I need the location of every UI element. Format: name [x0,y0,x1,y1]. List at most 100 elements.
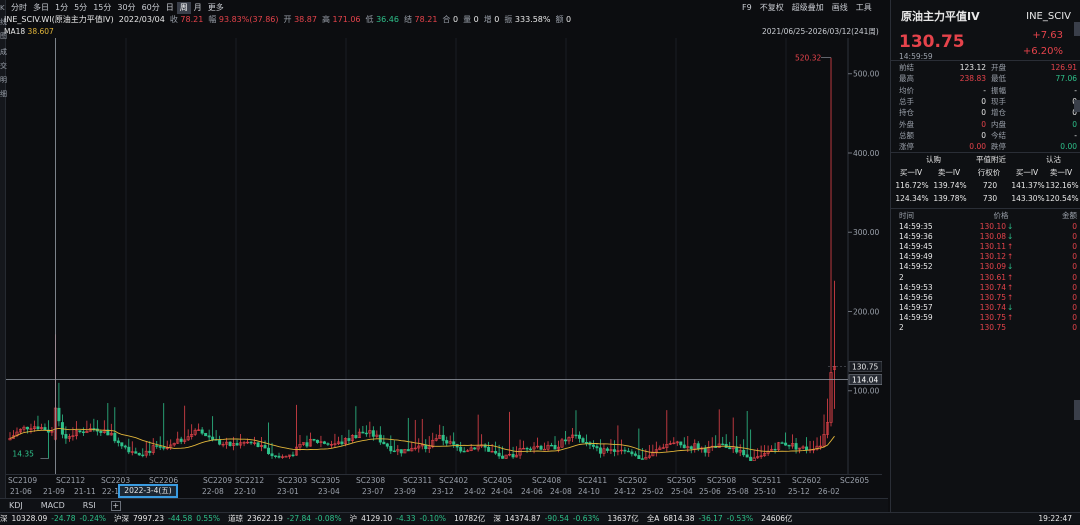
candle-body [382,441,386,445]
tab-indicator-rsi[interactable]: RSI [74,501,105,510]
amount-label: 额 [555,15,564,24]
tab-period-4[interactable]: 15分 [90,2,114,14]
candle-body [679,441,683,446]
iv-cell[interactable]: 120.54% [1043,194,1080,203]
candle-body [270,453,274,457]
candle-body [445,440,449,444]
side-strip-char: 交 [0,62,7,70]
x-tick-contract: SC2209 [203,476,233,485]
candlestick-chart[interactable]: 500.00 400.00 300.00 200.00 100.00 114.04 130.… [6,38,882,474]
trade-price: 130.61 [979,272,1006,282]
side-strip-char: 明 [0,76,7,84]
toolbar-item-1[interactable]: 不复权 [756,2,788,14]
candle-body [473,447,477,450]
x-tick-contract: SC2408 [532,476,562,485]
iv-cell[interactable]: 730 [971,194,1009,203]
index-value: 10328.09 [11,514,48,523]
index-quote[interactable]: 深 10328.09 -24.78 -0.24% [0,514,110,523]
candle-body [577,434,581,439]
x-tick-contract: SC2605 [840,476,870,485]
tab-period-1[interactable]: 多日 [30,2,52,14]
iv-cell[interactable]: 141.37% [1009,181,1047,190]
candle-body [780,442,784,444]
panel-expand-handle[interactable] [1074,22,1080,36]
iv-cell[interactable]: 116.72% [893,181,931,190]
toolbar-item-4[interactable]: 工具 [852,2,876,14]
candle-body [162,447,166,449]
tab-indicator-kdj[interactable]: KDJ [0,501,32,510]
iv-cell[interactable]: 139.74% [931,181,969,190]
stat-value: 0 [981,108,986,118]
index-quote[interactable]: 沪 4129.10 -4.33 -0.10% [350,514,450,523]
trade-amount: 0 [1072,272,1077,282]
toolbar-item-2[interactable]: 超级叠加 [788,2,828,14]
stat-label: 总手 [899,96,914,106]
trade-time: 14:59:36 [899,232,933,242]
x-tick-date: 25-06 [699,487,721,496]
trade-price: 130.75 [979,323,1006,332]
panel-collapse-handle[interactable] [1074,100,1080,112]
x-cursor-label: 2022-3-4(五) [118,484,178,498]
candle-body [249,441,253,444]
index-quote[interactable]: 10782亿 [454,514,489,523]
x-tick-date: 25-08 [727,487,749,496]
low-value: 36.46 [376,15,399,24]
candle-body [574,434,578,437]
tab-period-10[interactable]: 更多 [205,2,227,14]
stat-label: 总额 [899,130,914,140]
symbol-name[interactable]: INE_SCIV.WI(原油主力平值IV) [4,15,114,25]
toolbar-item-0[interactable]: F9 [738,2,756,14]
x-tick-contract: SC2402 [439,476,469,485]
candle-body [459,446,463,452]
y-tick-label: 200.00 [853,307,879,316]
tab-period-3[interactable]: 5分 [71,2,90,14]
iv-cell[interactable]: 124.34% [893,194,931,203]
divider [891,152,1080,153]
iv-subheader: 卖一IV [1049,168,1073,177]
stat-value: 0 [1072,108,1077,118]
iv-cell[interactable]: 139.78% [931,194,969,203]
iv-cell[interactable]: 143.30% [1009,194,1047,203]
index-value: 7997.23 [133,514,165,523]
candle-body [595,446,599,449]
instrument-code: INE_SCIV [1026,11,1071,22]
quote-panel: 原油主力平值IV INE_SCIV 130.75 +7.63 +6.20% 14:59:5… [890,0,1080,512]
index-quote[interactable]: 道琼 23622.19 -27.84 -0.08% [228,514,346,523]
index-value: 24606亿 [761,514,793,523]
iv-cell[interactable]: 720 [971,181,1009,190]
tab-period-2[interactable]: 1分 [52,2,71,14]
index-quote[interactable]: 全A 6814.38 -36.17 -0.53% [647,514,757,523]
candle-body [598,447,602,454]
candle-body [364,432,368,435]
trades-scroll-handle[interactable] [1074,400,1080,420]
trade-arrow-icon: ↓ [1007,222,1014,231]
x-tick-contract: SC2112 [56,476,86,485]
toolbar-item-3[interactable]: 画线 [828,2,852,14]
index-quote[interactable]: 24606亿 [761,514,796,523]
index-label: 道琼 [228,514,244,523]
tab-period-0[interactable]: 分时 [8,2,30,14]
iv-cell[interactable]: 132.16% [1043,181,1080,190]
x-tick-date: 22-10 [234,487,256,496]
iv-subheader: 卖一IV [937,168,961,177]
x-tick-contract: SC2502 [618,476,648,485]
tab-indicator-macd[interactable]: MACD [32,501,74,510]
tab-period-7[interactable]: 日 [163,2,177,14]
candle-body [267,447,271,455]
index-quote[interactable]: 13637亿 [607,514,642,523]
trade-arrow-icon: ↓ [1007,302,1014,312]
tab-period-9[interactable]: 月 [191,2,205,14]
tab-period-8[interactable]: 周 [176,2,191,14]
index-label: 全A [646,514,660,523]
tab-period-6[interactable]: 60分 [139,2,163,14]
tab-period-5[interactable]: 30分 [114,2,138,14]
trade-time: 14:59:35 [899,222,933,231]
candle-body [81,431,85,434]
trade-time: 2 [899,323,904,332]
open-label: 开 [283,15,292,24]
add-indicator-button[interactable]: + [110,500,121,511]
index-quote[interactable]: 沪深 7997.23 -44.58 0.55% [114,514,224,523]
index-quote[interactable]: 深 14374.87 -90.54 -0.63% [493,514,603,523]
candle-body [553,445,557,450]
x-tick-date: 24-02 [464,487,486,496]
